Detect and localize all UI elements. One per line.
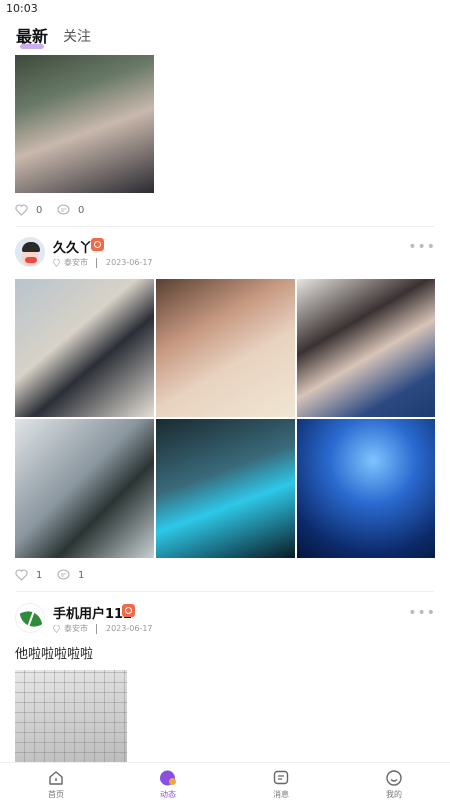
bottom-nav: 首页 动态 消息 我的 [0,762,450,800]
location-pin-icon [53,624,60,633]
status-time: 10:03 [6,2,38,15]
like-button[interactable]: 1 [15,569,42,581]
post-image[interactable] [156,419,295,558]
tab-latest-label: 最新 [16,27,49,46]
status-bar: 10:03 [0,0,450,18]
heart-icon [15,569,28,581]
more-options-icon[interactable]: ••• [408,239,436,255]
avatar[interactable] [15,603,45,633]
post-image[interactable] [297,419,435,558]
moments-icon [160,770,176,786]
location-pin-icon [53,258,60,267]
comment-count: 0 [78,204,85,216]
home-icon [49,771,63,785]
location-text: 泰安市 [64,624,88,633]
post-image[interactable] [15,419,154,558]
avatar[interactable] [15,237,45,267]
post-image[interactable] [15,55,154,193]
post-image[interactable] [15,670,127,762]
comment-button[interactable]: 0 [57,204,84,216]
post-divider [16,591,434,592]
post-date: 2023-06-17 [106,624,153,633]
tab-following[interactable]: 关注 [63,26,91,46]
verified-badge-icon [122,604,135,617]
location-text: 泰安市 [64,258,88,267]
feed-tabs: 最新 关注 [0,18,450,49]
post-image[interactable] [297,279,435,417]
nav-moments[interactable]: 动态 [138,767,198,800]
nav-home-label: 首页 [48,790,64,799]
nav-messages-label: 消息 [273,790,289,799]
comment-icon [57,204,70,216]
meta-separator [96,257,97,268]
post-text: 他啦啦啦啦啦 [15,647,94,662]
comment-button[interactable]: 1 [57,569,84,581]
comment-count: 1 [78,569,85,581]
like-count: 0 [36,204,43,216]
nav-profile-label: 我的 [386,790,402,799]
heart-icon [15,204,28,216]
comment-icon [57,569,70,581]
post-header: 久久丫 泰安市 2023-06-17 ••• [0,237,450,277]
nav-profile[interactable]: 我的 [364,767,424,800]
post-actions: 1 1 [15,569,215,585]
post-date: 2023-06-17 [106,258,153,267]
post-actions: 0 0 [15,204,215,220]
like-count: 1 [36,569,43,581]
verified-badge-icon [91,238,104,251]
nav-moments-label: 动态 [160,790,176,799]
tab-latest[interactable]: 最新 [16,23,49,49]
post-image[interactable] [15,279,154,417]
username[interactable]: 手机用户112 [53,603,132,622]
post-image[interactable] [156,279,295,417]
post-divider [16,226,434,227]
nav-home[interactable]: 首页 [26,767,86,800]
meta-separator [96,623,97,634]
username[interactable]: 久久丫 [53,237,92,256]
profile-icon [386,770,402,786]
like-button[interactable]: 0 [15,204,42,216]
post-meta: 泰安市 2023-06-17 [53,257,153,268]
post-header: 手机用户112 泰安市 2023-06-17 ••• [0,603,450,643]
leaf-icon [19,607,43,631]
message-icon [273,770,289,785]
post-meta: 泰安市 2023-06-17 [53,623,153,634]
nav-messages[interactable]: 消息 [251,767,311,800]
more-options-icon[interactable]: ••• [408,605,436,621]
